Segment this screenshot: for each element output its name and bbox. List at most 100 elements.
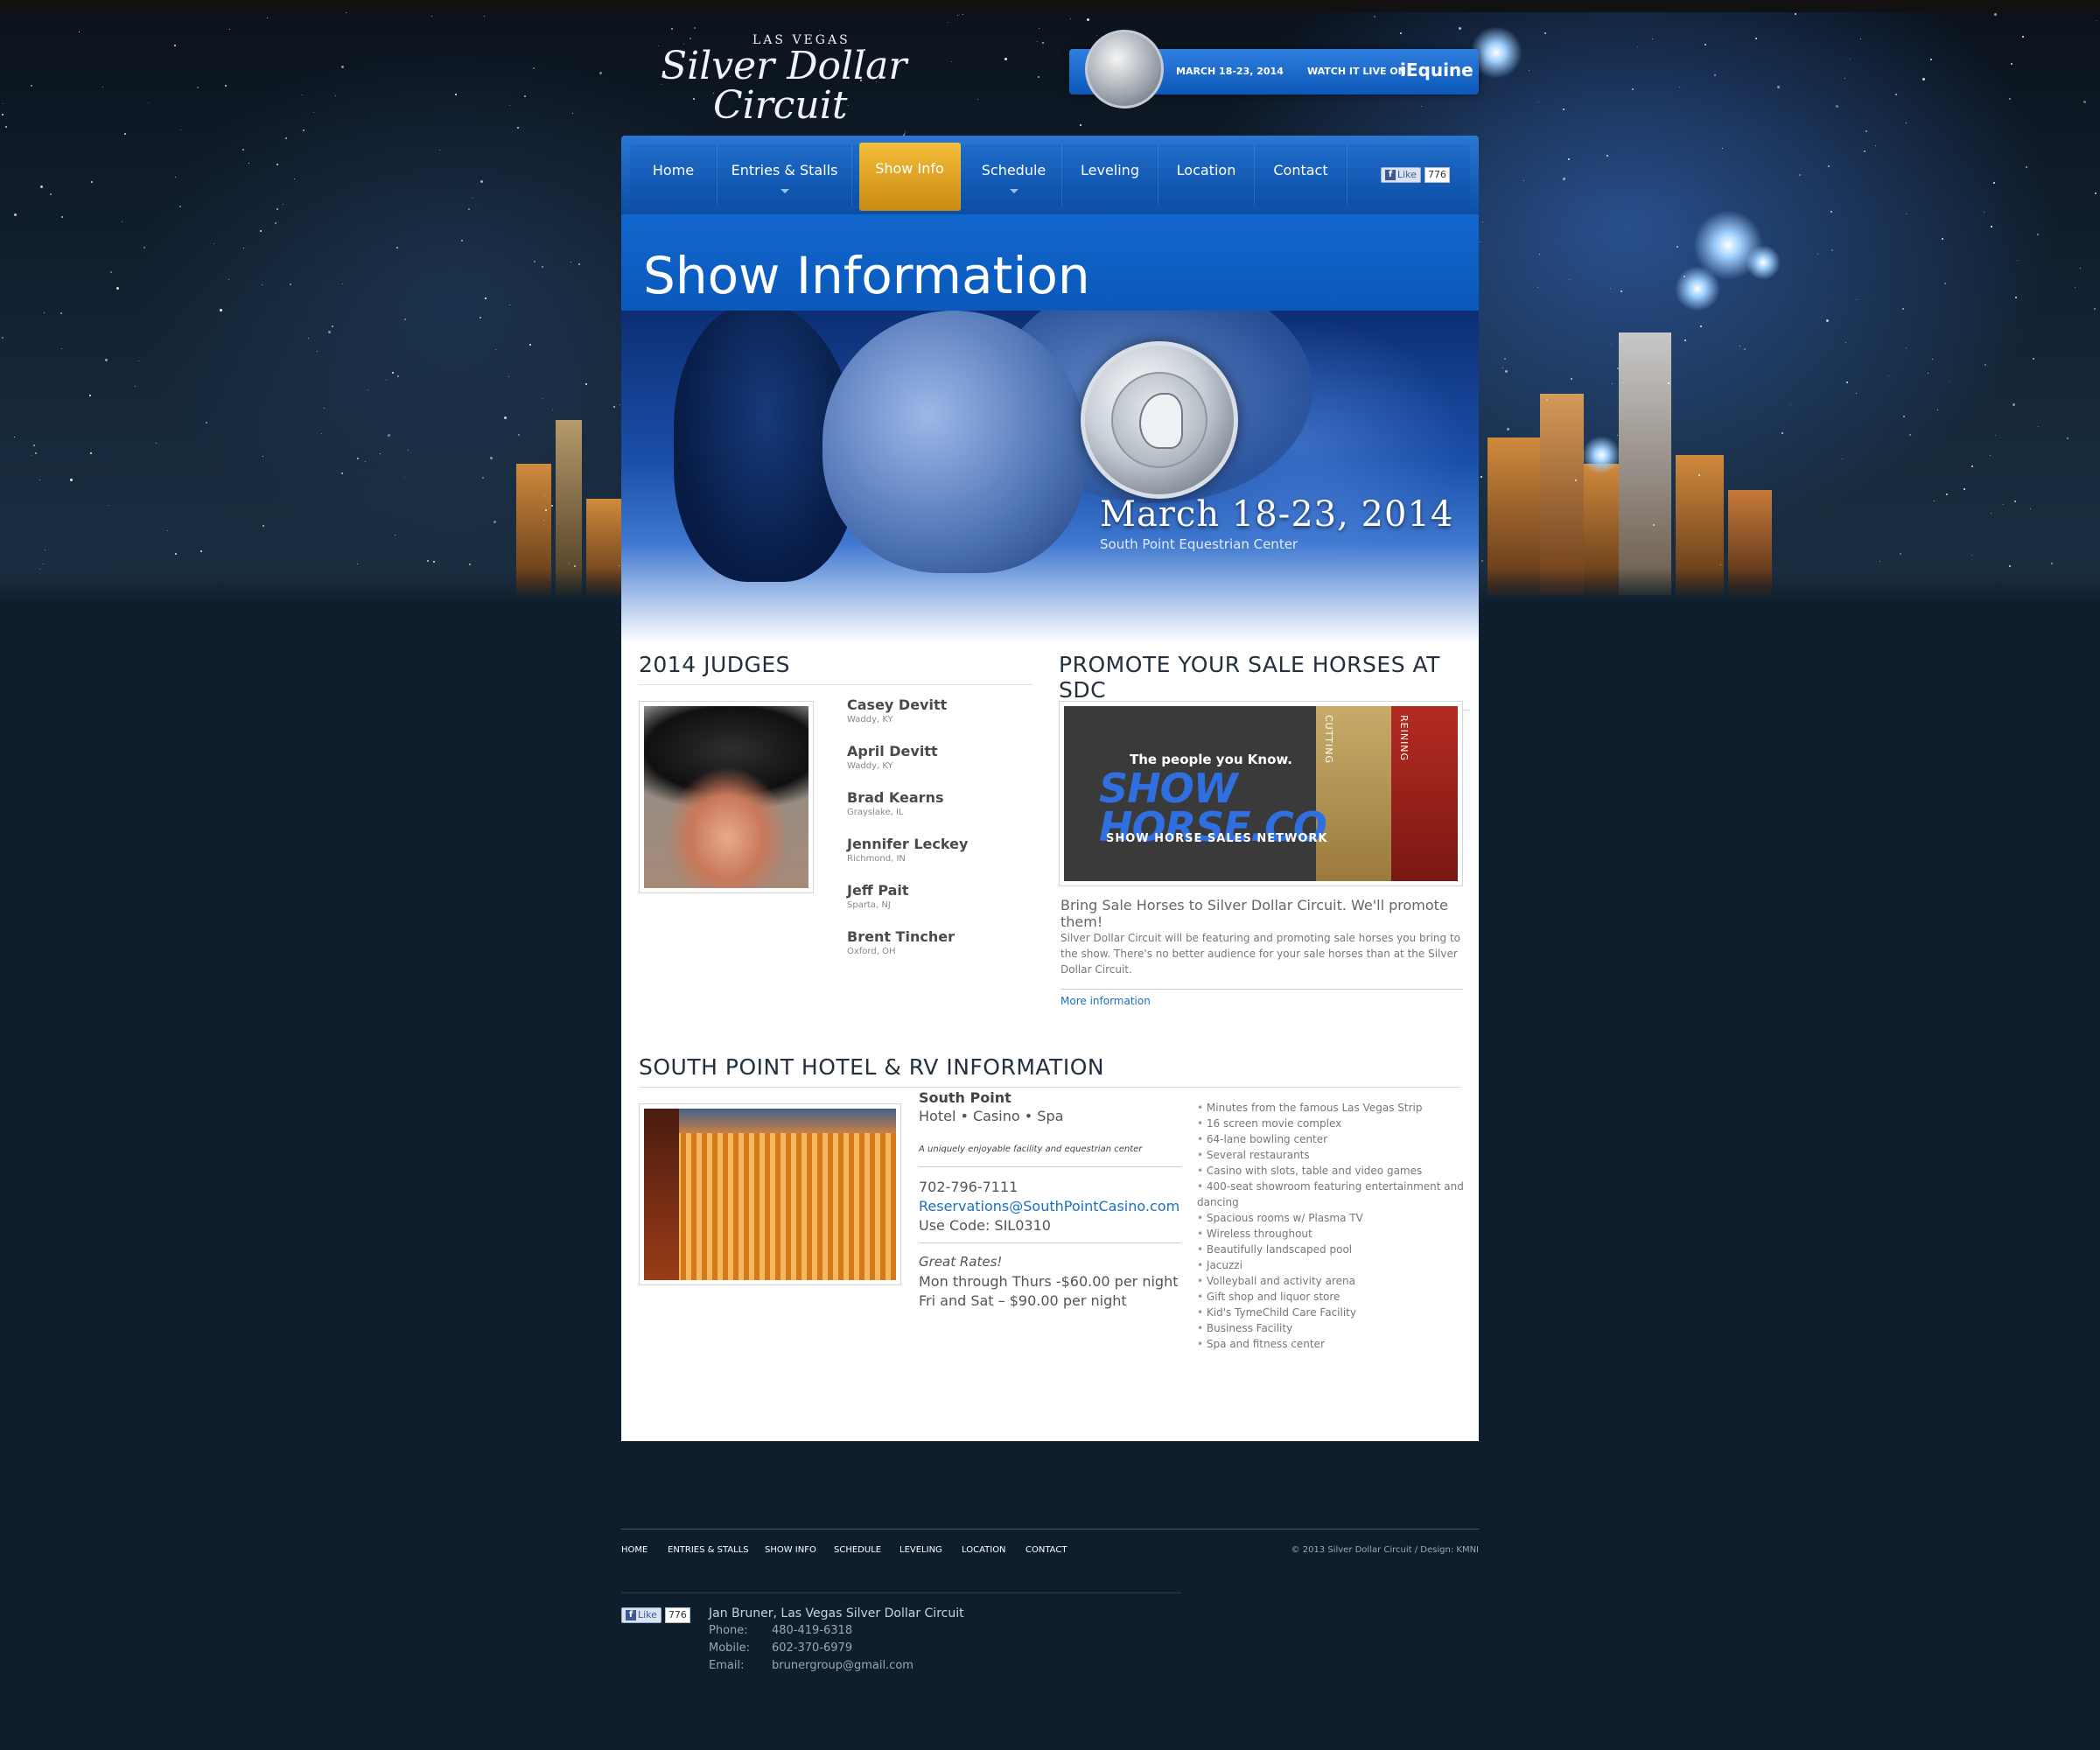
logo-line-1: Silver Dollar (661, 44, 907, 88)
hotel-email-link[interactable]: Reservations@SouthPointCasino.com (919, 1198, 1180, 1214)
hero-venue: South Point Equestrian Center (1100, 536, 1298, 552)
nav-leveling[interactable]: Leveling (1062, 144, 1158, 206)
star (1374, 16, 1376, 18)
star (1611, 344, 1612, 345)
star (1906, 347, 1907, 348)
star (2067, 438, 2068, 439)
event-badge[interactable]: MARCH 18-23, 2014 WATCH IT LIVE ON iEqui… (1069, 30, 1479, 108)
star (1546, 399, 1548, 401)
star (404, 318, 406, 320)
nav-label: Leveling (1081, 162, 1139, 178)
star (619, 565, 620, 566)
star (1421, 106, 1422, 107)
star (324, 408, 325, 409)
star (1507, 428, 1509, 430)
star (1922, 78, 1925, 80)
star (1529, 70, 1530, 71)
hotel-tagline: A uniquely enjoyable facility and equest… (919, 1144, 1143, 1154)
showhorse-ad[interactable]: CUTTING REINING The people you Know. SHO… (1064, 706, 1458, 881)
like-button[interactable]: f Like (1381, 167, 1421, 183)
star (1637, 46, 1638, 47)
star (404, 477, 405, 478)
star (1070, 18, 1071, 19)
star (427, 560, 429, 562)
footer-nav-link[interactable]: CONTACT (1026, 1545, 1067, 1555)
star (228, 279, 229, 280)
nav-entries-stalls[interactable]: Entries & Stalls (718, 144, 852, 206)
hotel-name: South Point (919, 1089, 1012, 1106)
star (1971, 555, 1972, 556)
showhorse-ad-frame[interactable]: CUTTING REINING The people you Know. SHO… (1059, 701, 1463, 886)
star (495, 349, 496, 350)
star (332, 326, 333, 327)
star (61, 216, 63, 218)
nav-show-info[interactable]: Show Info (859, 143, 961, 211)
star (31, 85, 32, 87)
nav-home[interactable]: Home (630, 144, 718, 206)
star (1850, 59, 1851, 60)
like-button[interactable]: f Like (621, 1607, 662, 1623)
star (197, 87, 199, 88)
star (1875, 145, 1876, 146)
star (1864, 150, 1866, 152)
star (1993, 182, 1995, 184)
footer-nav-link[interactable]: HOME (621, 1545, 648, 1555)
star (529, 344, 531, 346)
star (484, 16, 485, 17)
footer-nav-link[interactable]: SCHEDULE (834, 1545, 881, 1555)
star (174, 45, 176, 46)
star (116, 287, 119, 290)
star (220, 309, 222, 312)
star (490, 457, 493, 459)
badge-watch-text: WATCH IT LIVE ON (1307, 66, 1406, 77)
star (1795, 13, 1796, 15)
star (262, 525, 264, 527)
star (951, 61, 952, 62)
like-label: Like (638, 1609, 657, 1620)
star (1563, 178, 1565, 180)
star (1679, 87, 1680, 88)
footer-nav-link[interactable]: LOCATION (962, 1545, 1006, 1555)
nav-schedule[interactable]: Schedule (966, 144, 1062, 206)
star (1722, 148, 1723, 149)
star (1964, 488, 1965, 490)
footer-facebook-like[interactable]: f Like 776 (621, 1606, 690, 1624)
site-logo[interactable]: LAS VEGAS Silver Dollar Circuit (661, 26, 932, 149)
star (91, 181, 93, 183)
star (1817, 254, 1818, 255)
star (504, 416, 507, 419)
nav-contact[interactable]: Contact (1255, 144, 1348, 206)
star (977, 99, 978, 100)
facebook-like-button[interactable]: f Like 776 (1381, 166, 1450, 184)
footer-nav-link[interactable]: SHOW INFO (765, 1545, 816, 1555)
star (2083, 101, 2086, 103)
star (1523, 180, 1524, 181)
star (200, 550, 202, 552)
star (1038, 76, 1040, 78)
star (14, 214, 17, 216)
hotel-subtitle: Hotel • Casino • Spa (919, 1108, 1064, 1124)
amenity-item: 400-seat showroom featuring entertainmen… (1197, 1179, 1468, 1210)
star (542, 266, 543, 268)
star (290, 284, 291, 285)
nav-location[interactable]: Location (1158, 144, 1255, 206)
star (397, 375, 399, 377)
contact-email[interactable]: brunergroup@gmail.com (772, 1659, 914, 1672)
star (303, 130, 304, 131)
footer-nav-link[interactable]: LEVELING (900, 1545, 942, 1555)
iequine-link[interactable]: iEquine (1400, 60, 1474, 80)
star (1698, 474, 1700, 476)
star (574, 565, 576, 567)
amenity-item: Spa and fitness center (1197, 1336, 1468, 1352)
star (1714, 74, 1716, 76)
star (1842, 458, 1843, 459)
star (102, 87, 103, 88)
hotel-photo (644, 1109, 896, 1280)
logo-line-2: Circuit (713, 83, 848, 128)
hotel-heading: SOUTH POINT HOTEL & RV INFORMATION (639, 1054, 1461, 1088)
star (578, 263, 580, 265)
more-information-link[interactable]: More information (1060, 995, 1151, 1007)
rate-weekend: Fri and Sat – $90.00 per night (919, 1292, 1127, 1309)
promo-lead: Bring Sale Horses to Silver Dollar Circu… (1060, 897, 1448, 930)
footer-nav-link[interactable]: ENTRIES & STALLS (668, 1545, 749, 1555)
